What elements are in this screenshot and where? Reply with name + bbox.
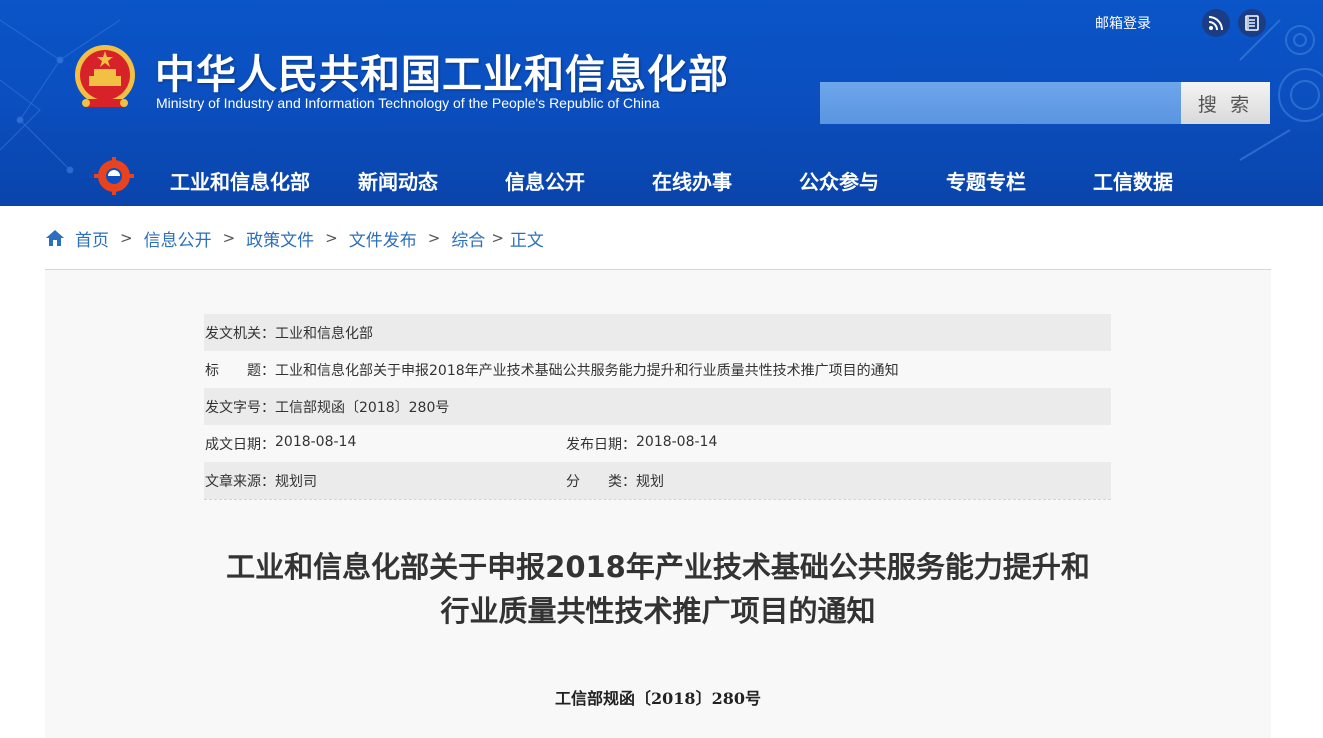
meta-category-value: 规划 [636, 473, 664, 490]
nav-item-public-participation[interactable]: 公众参与 [799, 166, 879, 195]
breadcrumb-current: 正文 [509, 230, 544, 251]
article-content: 发文机关： 工业和信息化部 标 题： 工业和信息化部关于申报2018年产业技术基… [45, 270, 1271, 738]
meta-row-title: 标 题： 工业和信息化部关于申报2018年产业技术基础公共服务能力提升和行业质量… [204, 351, 1111, 388]
nav-item-miit[interactable]: 工业和信息化部 [170, 166, 310, 195]
breadcrumb-separator: > [491, 229, 504, 247]
meta-published-label: 发布日期： [566, 436, 636, 453]
meta-doc-number-label: 发文字号： [205, 399, 275, 416]
home-icon[interactable] [45, 229, 65, 247]
mobile-site-button[interactable] [1238, 9, 1266, 37]
meta-issuer-value: 工业和信息化部 [275, 325, 373, 342]
nav-item-online-services[interactable]: 在线办事 [652, 166, 732, 195]
search-input[interactable] [820, 82, 1182, 124]
breadcrumb-general[interactable]: 综合 [451, 226, 485, 251]
meta-title-label: 标 题： [205, 362, 275, 379]
breadcrumb-separator: > [325, 229, 338, 247]
breadcrumb: 首页 > 信息公开 > 政策文件 > 文件发布 > 综合 > 正文 [45, 224, 544, 252]
site-header: 中华人民共和国工业和信息化部 Ministry of Industry and … [0, 0, 1323, 206]
breadcrumb-separator: > [120, 229, 133, 247]
site-title-en: Ministry of Industry and Information Tec… [156, 95, 660, 111]
nav-item-miit-data[interactable]: 工信数据 [1093, 166, 1173, 195]
meta-created-label: 成文日期： [205, 436, 275, 453]
breadcrumb-separator: > [222, 229, 236, 247]
weibo-icon [1245, 15, 1259, 31]
mail-login-link[interactable]: 邮箱登录 [1095, 13, 1151, 33]
breadcrumb-separator: > [427, 229, 441, 247]
meta-title-value: 工业和信息化部关于申报2018年产业技术基础公共服务能力提升和行业质量共性技术推… [275, 362, 899, 379]
nav-item-news[interactable]: 新闻动态 [358, 166, 438, 195]
meta-row-source-category: 文章来源： 规划司 分 类： 规划 [204, 462, 1111, 499]
search-button[interactable]: 搜 索 [1181, 82, 1270, 124]
document-metadata-table: 发文机关： 工业和信息化部 标 题： 工业和信息化部关于申报2018年产业技术基… [204, 314, 1111, 500]
breadcrumb-policy-documents[interactable]: 政策文件 [246, 226, 314, 251]
rss-button[interactable] [1202, 9, 1230, 37]
meta-published-value: 2018-08-14 [636, 433, 718, 450]
meta-bottom-border [204, 499, 1111, 500]
rss-icon [1208, 16, 1223, 31]
national-emblem-icon [75, 45, 135, 107]
nav-item-special-topics[interactable]: 专题专栏 [946, 166, 1026, 195]
document-title-line-1: 工业和信息化部关于申报2018年产业技术基础公共服务能力提升和 [226, 550, 1090, 584]
breadcrumb-info-disclosure[interactable]: 信息公开 [144, 226, 212, 251]
breadcrumb-document-release[interactable]: 文件发布 [349, 226, 417, 251]
meta-source-value: 规划司 [275, 473, 317, 490]
meta-row-dates: 成文日期： 2018-08-14 发布日期： 2018-08-14 [204, 425, 1111, 462]
document-title: 工业和信息化部关于申报2018年产业技术基础公共服务能力提升和 行业质量共性技术… [45, 545, 1271, 633]
main-navigation: 工业和信息化部 新闻动态 信息公开 在线办事 公众参与 专题专栏 工信数据 [0, 160, 1323, 200]
meta-source-label: 文章来源： [205, 473, 275, 490]
meta-created-value: 2018-08-14 [275, 433, 357, 450]
document-title-line-2: 行业质量共性技术推广项目的通知 [440, 594, 876, 628]
meta-category-label: 分 类： [566, 473, 636, 490]
meta-row-issuer: 发文机关： 工业和信息化部 [204, 314, 1111, 351]
meta-issuer-label: 发文机关： [205, 325, 275, 342]
document-number: 工信部规函〔2018〕280号 [555, 689, 761, 708]
meta-row-doc-number: 发文字号： 工信部规函〔2018〕280号 [204, 388, 1111, 425]
meta-doc-number-value: 工信部规函〔2018〕280号 [275, 399, 450, 416]
breadcrumb-home[interactable]: 首页 [75, 226, 109, 251]
site-title-cn: 中华人民共和国工业和信息化部 [155, 52, 729, 98]
nav-item-info-disclosure[interactable]: 信息公开 [505, 166, 585, 195]
